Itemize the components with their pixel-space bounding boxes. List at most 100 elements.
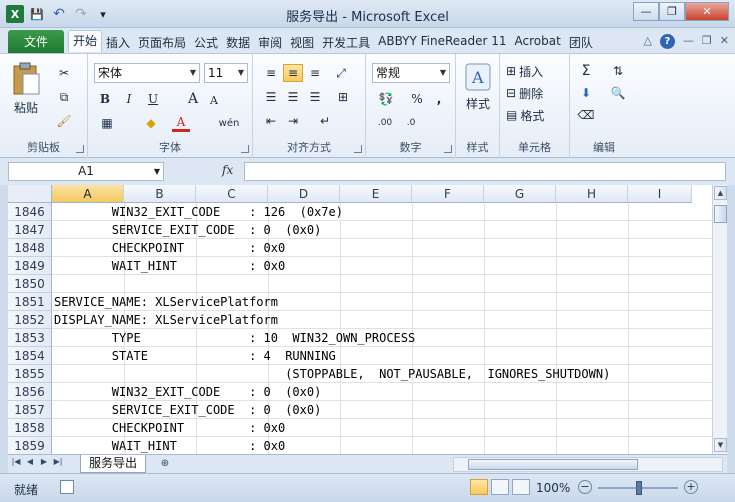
zoom-out-button[interactable]: − — [578, 480, 592, 494]
autosum-button[interactable]: Σ — [576, 62, 596, 80]
shrink-font-button[interactable]: A — [206, 92, 222, 108]
column-header[interactable]: H — [556, 185, 628, 203]
cell-text[interactable]: (STOPPABLE, NOT_PAUSABLE, IGNORES_SHUTDO… — [54, 365, 610, 383]
zoom-level[interactable]: 100% — [536, 481, 570, 495]
alignment-launcher-icon[interactable] — [354, 145, 362, 153]
scroll-down-icon[interactable]: ▼ — [714, 438, 727, 452]
format-cells-button[interactable]: ▤ 格式 — [506, 106, 566, 124]
increase-indent-icon[interactable]: ⇥ — [283, 112, 303, 130]
increase-decimal-button[interactable]: .00 — [374, 114, 396, 132]
cell-text[interactable]: WIN32_EXIT_CODE : 126 (0x7e) — [54, 203, 343, 221]
insert-function-icon[interactable]: fx — [222, 163, 233, 177]
align-right-icon[interactable]: ☰ — [305, 88, 325, 106]
column-header[interactable]: F — [412, 185, 484, 203]
horizontal-scrollbar[interactable] — [453, 457, 723, 472]
tab-file[interactable]: 文件 — [8, 30, 64, 53]
next-sheet-icon[interactable]: ▶ — [38, 457, 50, 466]
currency-icon[interactable]: 💱 — [374, 90, 398, 108]
tab-view[interactable]: 视图 — [286, 32, 318, 53]
column-header[interactable]: I — [628, 185, 692, 203]
align-top-icon[interactable]: ≡ — [261, 64, 281, 82]
sort-filter-icon[interactable]: ⇅ — [606, 62, 630, 80]
row-header[interactable]: 1847 — [8, 221, 52, 239]
cell-text[interactable]: DISPLAY_NAME: XLServicePlatform — [54, 311, 278, 329]
row-header[interactable]: 1858 — [8, 419, 52, 437]
cell-text[interactable]: TYPE : 10 WIN32_OWN_PROCESS — [54, 329, 415, 347]
close-button[interactable]: ✕ — [685, 2, 729, 21]
doc-minimize-button[interactable]: — — [683, 34, 694, 49]
italic-button[interactable]: I — [120, 90, 138, 108]
tab-formulas[interactable]: 公式 — [190, 32, 222, 53]
insert-cells-button[interactable]: ⊞ 插入 — [506, 62, 566, 80]
number-format-combo[interactable]: 常规 ▼ — [372, 63, 450, 83]
last-sheet-icon[interactable]: ▶| — [52, 457, 64, 466]
row-header[interactable]: 1851 — [8, 293, 52, 311]
font-launcher-icon[interactable] — [241, 145, 249, 153]
font-name-combo[interactable]: 宋体 ▼ — [94, 63, 200, 83]
cell-text[interactable]: CHECKPOINT : 0x0 — [54, 239, 285, 257]
column-header[interactable]: E — [340, 185, 412, 203]
horizontal-scroll-thumb[interactable] — [468, 459, 638, 470]
merge-center-icon[interactable]: ⊞ — [331, 88, 355, 106]
cell-text[interactable]: WAIT_HINT : 0x0 — [54, 437, 285, 454]
page-layout-view-icon[interactable] — [491, 479, 509, 495]
tab-team[interactable]: 团队 — [565, 32, 597, 53]
row-header[interactable]: 1853 — [8, 329, 52, 347]
decrease-indent-icon[interactable]: ⇤ — [261, 112, 281, 130]
decrease-decimal-button[interactable]: .0 — [400, 114, 422, 132]
cell-text[interactable]: CHECKPOINT : 0x0 — [54, 419, 285, 437]
row-header[interactable]: 1859 — [8, 437, 52, 454]
align-left-icon[interactable]: ☰ — [261, 88, 281, 106]
number-launcher-icon[interactable] — [444, 145, 452, 153]
help-icon[interactable]: ? — [659, 34, 675, 49]
row-header[interactable]: 1848 — [8, 239, 52, 257]
grow-font-button[interactable]: A — [184, 90, 202, 108]
font-size-combo[interactable]: 11 ▼ — [204, 63, 248, 83]
tab-acrobat[interactable]: Acrobat — [511, 32, 565, 53]
paste-button[interactable]: 粘贴 — [8, 62, 44, 116]
align-middle-icon[interactable]: ≡ — [283, 64, 303, 82]
percent-button[interactable]: % — [408, 90, 426, 108]
underline-button[interactable]: U — [144, 90, 162, 108]
zoom-in-button[interactable]: + — [684, 480, 698, 494]
find-select-icon[interactable]: 🔍 — [606, 84, 630, 102]
clipboard-launcher-icon[interactable] — [76, 145, 84, 153]
vertical-scroll-thumb[interactable] — [714, 205, 727, 223]
name-box[interactable]: A1 ▼ — [8, 162, 164, 181]
minimize-button[interactable]: — — [633, 2, 659, 21]
macro-record-icon[interactable] — [60, 480, 74, 494]
styles-button[interactable]: A 样式 — [460, 62, 496, 112]
zoom-slider-knob[interactable] — [636, 481, 642, 495]
bold-button[interactable]: B — [96, 90, 114, 108]
cell-text[interactable]: SERVICE_EXIT_CODE : 0 (0x0) — [54, 401, 322, 419]
select-all-corner[interactable] — [8, 185, 52, 203]
cell-text[interactable]: WAIT_HINT : 0x0 — [54, 257, 285, 275]
column-header[interactable]: B — [124, 185, 196, 203]
delete-cells-button[interactable]: ⊟ 删除 — [506, 84, 566, 102]
fill-icon[interactable]: ⬇ — [576, 84, 596, 102]
insert-sheet-icon[interactable]: ⊕ — [154, 456, 176, 472]
row-header[interactable]: 1849 — [8, 257, 52, 275]
tab-page-layout[interactable]: 页面布局 — [134, 32, 190, 53]
align-center-icon[interactable]: ☰ — [283, 88, 303, 106]
wrap-text-icon[interactable]: ↵ — [313, 112, 337, 130]
tab-insert[interactable]: 插入 — [102, 32, 134, 53]
cut-icon[interactable]: ✂ — [54, 64, 74, 82]
orientation-icon[interactable]: ⤢ — [331, 64, 351, 82]
vertical-scrollbar[interactable]: ▲ ▼ — [712, 185, 727, 454]
column-header[interactable]: G — [484, 185, 556, 203]
restore-button[interactable]: ❐ — [659, 2, 685, 21]
row-header[interactable]: 1856 — [8, 383, 52, 401]
page-break-view-icon[interactable] — [512, 479, 530, 495]
comma-button[interactable]: , — [430, 90, 448, 108]
formula-input[interactable] — [244, 162, 726, 181]
doc-close-button[interactable]: ✕ — [720, 34, 729, 49]
cell-text[interactable]: SERVICE_NAME: XLServicePlatform — [54, 293, 278, 311]
copy-icon[interactable]: ⧉ — [54, 88, 74, 106]
sheet-tab-active[interactable]: 服务导出 — [80, 455, 147, 473]
row-header[interactable]: 1846 — [8, 203, 52, 221]
column-header[interactable]: A — [52, 185, 124, 203]
font-color-icon[interactable]: A — [172, 114, 190, 132]
worksheet-grid[interactable]: A B C D E F G H I 1846 WIN32_EXIT_CODE : 126 (0x7… — [8, 185, 712, 454]
tab-developer[interactable]: 开发工具 — [318, 32, 374, 53]
